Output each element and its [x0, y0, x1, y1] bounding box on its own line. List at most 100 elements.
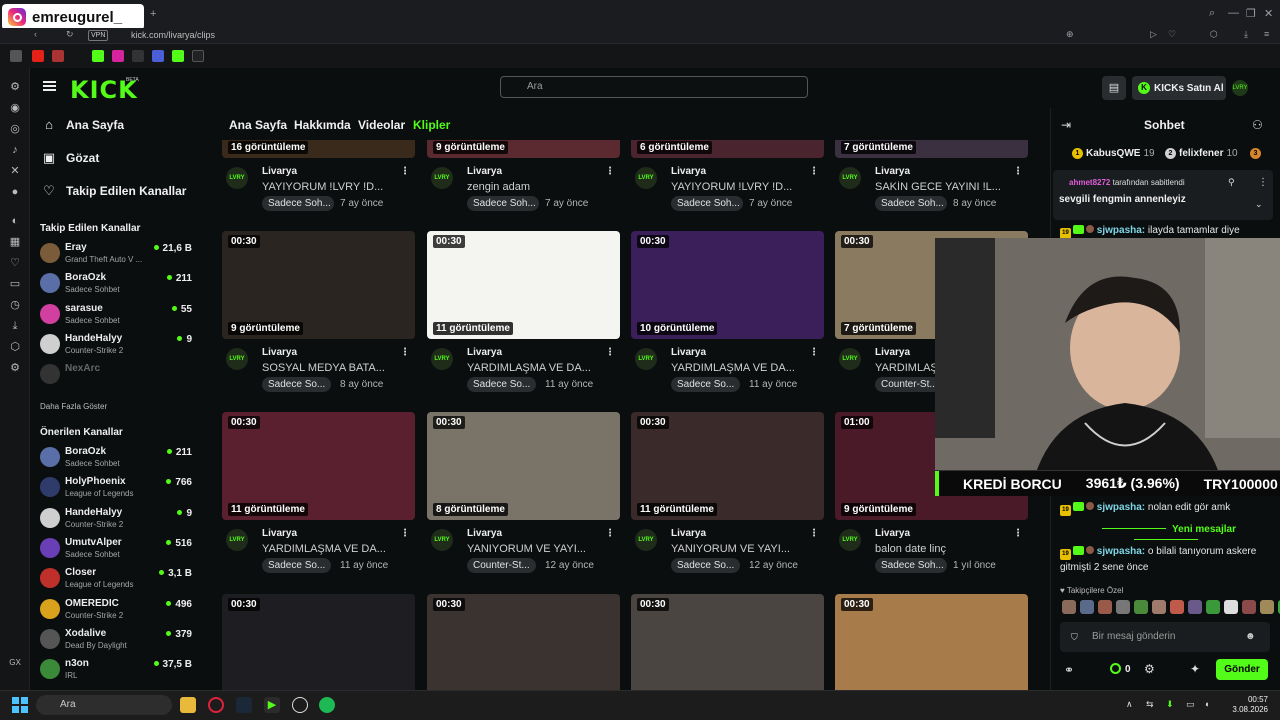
clip-category[interactable]: Sadece Soh... — [467, 196, 539, 211]
clip-thumbnail[interactable]: 00:30 — [427, 594, 620, 690]
clip-menu-icon[interactable]: ⋮ — [605, 166, 615, 177]
rail-extensions-icon[interactable]: ⬡ — [8, 340, 22, 354]
clip-thumbnail[interactable]: 00:30 8 görüntüleme — [427, 412, 620, 520]
tray-network-icon[interactable]: ▭ — [1186, 699, 1195, 710]
clip-title[interactable]: YARDIMLAŞMA VE DA... — [467, 362, 595, 374]
emote-icon[interactable] — [1098, 600, 1112, 614]
rail-grid-icon[interactable]: ▦ — [8, 235, 22, 249]
emote-icon[interactable] — [1206, 600, 1220, 614]
rail-wallet-icon[interactable]: ▭ — [8, 277, 22, 291]
clip-title[interactable]: SAKİN GECE YAYINI !L... — [875, 181, 1003, 193]
new-messages-divider[interactable]: Yeni mesajlar — [1060, 524, 1272, 546]
buy-kicks-button[interactable]: K KICKs Satın Al — [1132, 76, 1226, 100]
clip-menu-icon[interactable]: ⋮ — [400, 166, 410, 177]
clip-category[interactable]: Sadece So... — [262, 377, 332, 392]
bookmark-app2-icon[interactable] — [152, 50, 164, 62]
chat-message[interactable]: 19 sjwpasha: o bilali tanıyorum askere g… — [1060, 544, 1272, 575]
clip-thumbnail[interactable]: 00:30 — [835, 594, 1028, 690]
clip-category[interactable]: Sadece Soh... — [262, 196, 334, 211]
emote-icon[interactable] — [1260, 600, 1274, 614]
bookmark-wallet-icon[interactable] — [10, 50, 22, 62]
rail-instagram-icon[interactable]: ◎ — [8, 122, 22, 136]
clip-menu-icon[interactable]: ⋮ — [400, 347, 410, 358]
channel-avatar[interactable]: LVRY — [226, 529, 248, 551]
rail-tiktok-icon[interactable]: ♪ — [8, 143, 22, 157]
clip-channel[interactable]: Livarya — [262, 166, 297, 177]
clip-category[interactable]: Sadece Soh... — [875, 558, 947, 573]
send-button[interactable]: Gönder — [1216, 659, 1268, 680]
channel-item[interactable]: HolyPhoenix League of Legends 766 — [40, 474, 192, 502]
tray-volume-icon[interactable]: ◖ — [1204, 699, 1209, 709]
file-explorer-icon[interactable] — [180, 697, 196, 713]
back-icon[interactable]: ‹ — [34, 29, 37, 39]
clip-category[interactable]: Counter-St... — [875, 377, 944, 392]
bookmark-x-icon[interactable] — [132, 50, 144, 62]
user-avatar[interactable]: LVRY — [1232, 80, 1248, 96]
rail-discord-icon[interactable]: ◉ — [8, 101, 22, 115]
taskbar-clock[interactable]: 00:57 3.08.2026 — [1222, 695, 1268, 715]
clip-thumbnail[interactable]: 00:30 10 görüntüleme — [631, 231, 824, 339]
clip-channel[interactable]: Livarya — [467, 166, 502, 177]
clip-title[interactable]: YAYIYORUM !LVRY !D... — [262, 181, 390, 193]
bookmark-kick2-icon[interactable] — [172, 50, 184, 62]
extensions-icon[interactable]: ⬡ — [1210, 29, 1218, 40]
clip-category[interactable]: Sadece So... — [671, 377, 741, 392]
channel-item[interactable]: Eray Grand Theft Auto V ... 21,6 B — [40, 240, 192, 268]
clip-category[interactable]: Counter-St... — [467, 558, 536, 573]
rail-history-icon[interactable]: ◷ — [8, 298, 22, 312]
clip-menu-icon[interactable]: ⋮ — [1013, 166, 1023, 177]
app-play-icon[interactable]: ▶ — [264, 697, 280, 713]
clip-channel[interactable]: Livarya — [671, 347, 706, 358]
new-tab-icon[interactable]: + — [150, 8, 156, 20]
clip-title[interactable]: YAYIYORUM !LVRY !D... — [671, 181, 799, 193]
taskbar-search[interactable]: Ara — [36, 695, 172, 715]
url-text[interactable]: kick.com/livarya/clips — [131, 30, 215, 40]
clip-menu-icon[interactable]: ⋮ — [1013, 528, 1023, 539]
connect-icon[interactable]: ⚭ — [1064, 663, 1074, 677]
show-more-link[interactable]: Daha Fazla Göster — [40, 402, 107, 411]
channel-item[interactable]: HandeHalyy Counter-Strike 2 9 — [40, 505, 192, 533]
clip-thumbnail[interactable]: 00:30 11 görüntüleme — [427, 231, 620, 339]
clip-menu-icon[interactable]: ⋮ — [605, 528, 615, 539]
channel-avatar[interactable]: LVRY — [431, 167, 453, 189]
channel-item[interactable]: NexArc — [40, 361, 192, 389]
layout-toggle-button[interactable]: ▤ — [1102, 76, 1126, 100]
tray-chevron-icon[interactable]: ∧ — [1126, 699, 1133, 710]
chat-username[interactable]: sjwpasha: — [1097, 546, 1145, 557]
clip-channel[interactable]: Livarya — [262, 347, 297, 358]
windows-start-icon[interactable] — [12, 697, 28, 713]
chat-message[interactable]: 19 sjwpasha: nolan edit gör amk — [1060, 500, 1272, 516]
opera-gx-icon[interactable] — [208, 697, 224, 713]
tab-home[interactable]: Ana Sayfa — [229, 118, 287, 132]
clip-category[interactable]: Sadece So... — [671, 558, 741, 573]
clip-category[interactable]: Sadece So... — [262, 558, 332, 573]
bookmark-youtube-icon[interactable] — [32, 50, 44, 62]
channel-item[interactable]: n3on IRL 37,5 B — [40, 656, 192, 684]
emote-icon[interactable] — [1080, 600, 1094, 614]
restore-icon[interactable]: ❐ — [1246, 7, 1256, 20]
clip-category[interactable]: Sadece Soh... — [671, 196, 743, 211]
channel-item[interactable]: Xodalive Dead By Daylight 379 — [40, 626, 192, 654]
clip-menu-icon[interactable]: ⋮ — [605, 347, 615, 358]
chat-settings-icon[interactable]: ⚙ — [1144, 662, 1155, 676]
emote-icon[interactable] — [1188, 600, 1202, 614]
search-input[interactable]: Ara — [500, 76, 808, 98]
emote-icon[interactable] — [1134, 600, 1148, 614]
channel-item[interactable]: Closer League of Legends 3,1 B — [40, 565, 192, 593]
pin-icon[interactable]: ⚲ — [1228, 177, 1235, 188]
clip-menu-icon[interactable]: ⋮ — [809, 347, 819, 358]
minimize-icon[interactable]: — — [1228, 7, 1239, 19]
channel-item[interactable]: HandeHalyy Counter-Strike 2 9 — [40, 331, 192, 359]
nav-browse[interactable]: ▣ Gözat — [42, 150, 100, 166]
rail-heart-icon[interactable]: ♡ — [8, 256, 22, 270]
channel-avatar[interactable]: LVRY — [226, 348, 248, 370]
search-tabs-icon[interactable]: ⌕ — [1209, 7, 1215, 20]
nav-following[interactable]: ♡ Takip Edilen Kanallar — [42, 183, 186, 199]
clip-thumbnail[interactable]: 7 görüntüleme — [835, 140, 1028, 158]
emote-icon[interactable] — [1224, 600, 1238, 614]
clip-channel[interactable]: Livarya — [671, 166, 706, 177]
rail-x-icon[interactable]: ✕ — [8, 164, 22, 178]
channel-item[interactable]: OMEREDIC Counter-Strike 2 496 — [40, 596, 192, 624]
collapse-chat-icon[interactable]: ⇥ — [1061, 118, 1071, 132]
spotify-icon[interactable] — [319, 697, 335, 713]
